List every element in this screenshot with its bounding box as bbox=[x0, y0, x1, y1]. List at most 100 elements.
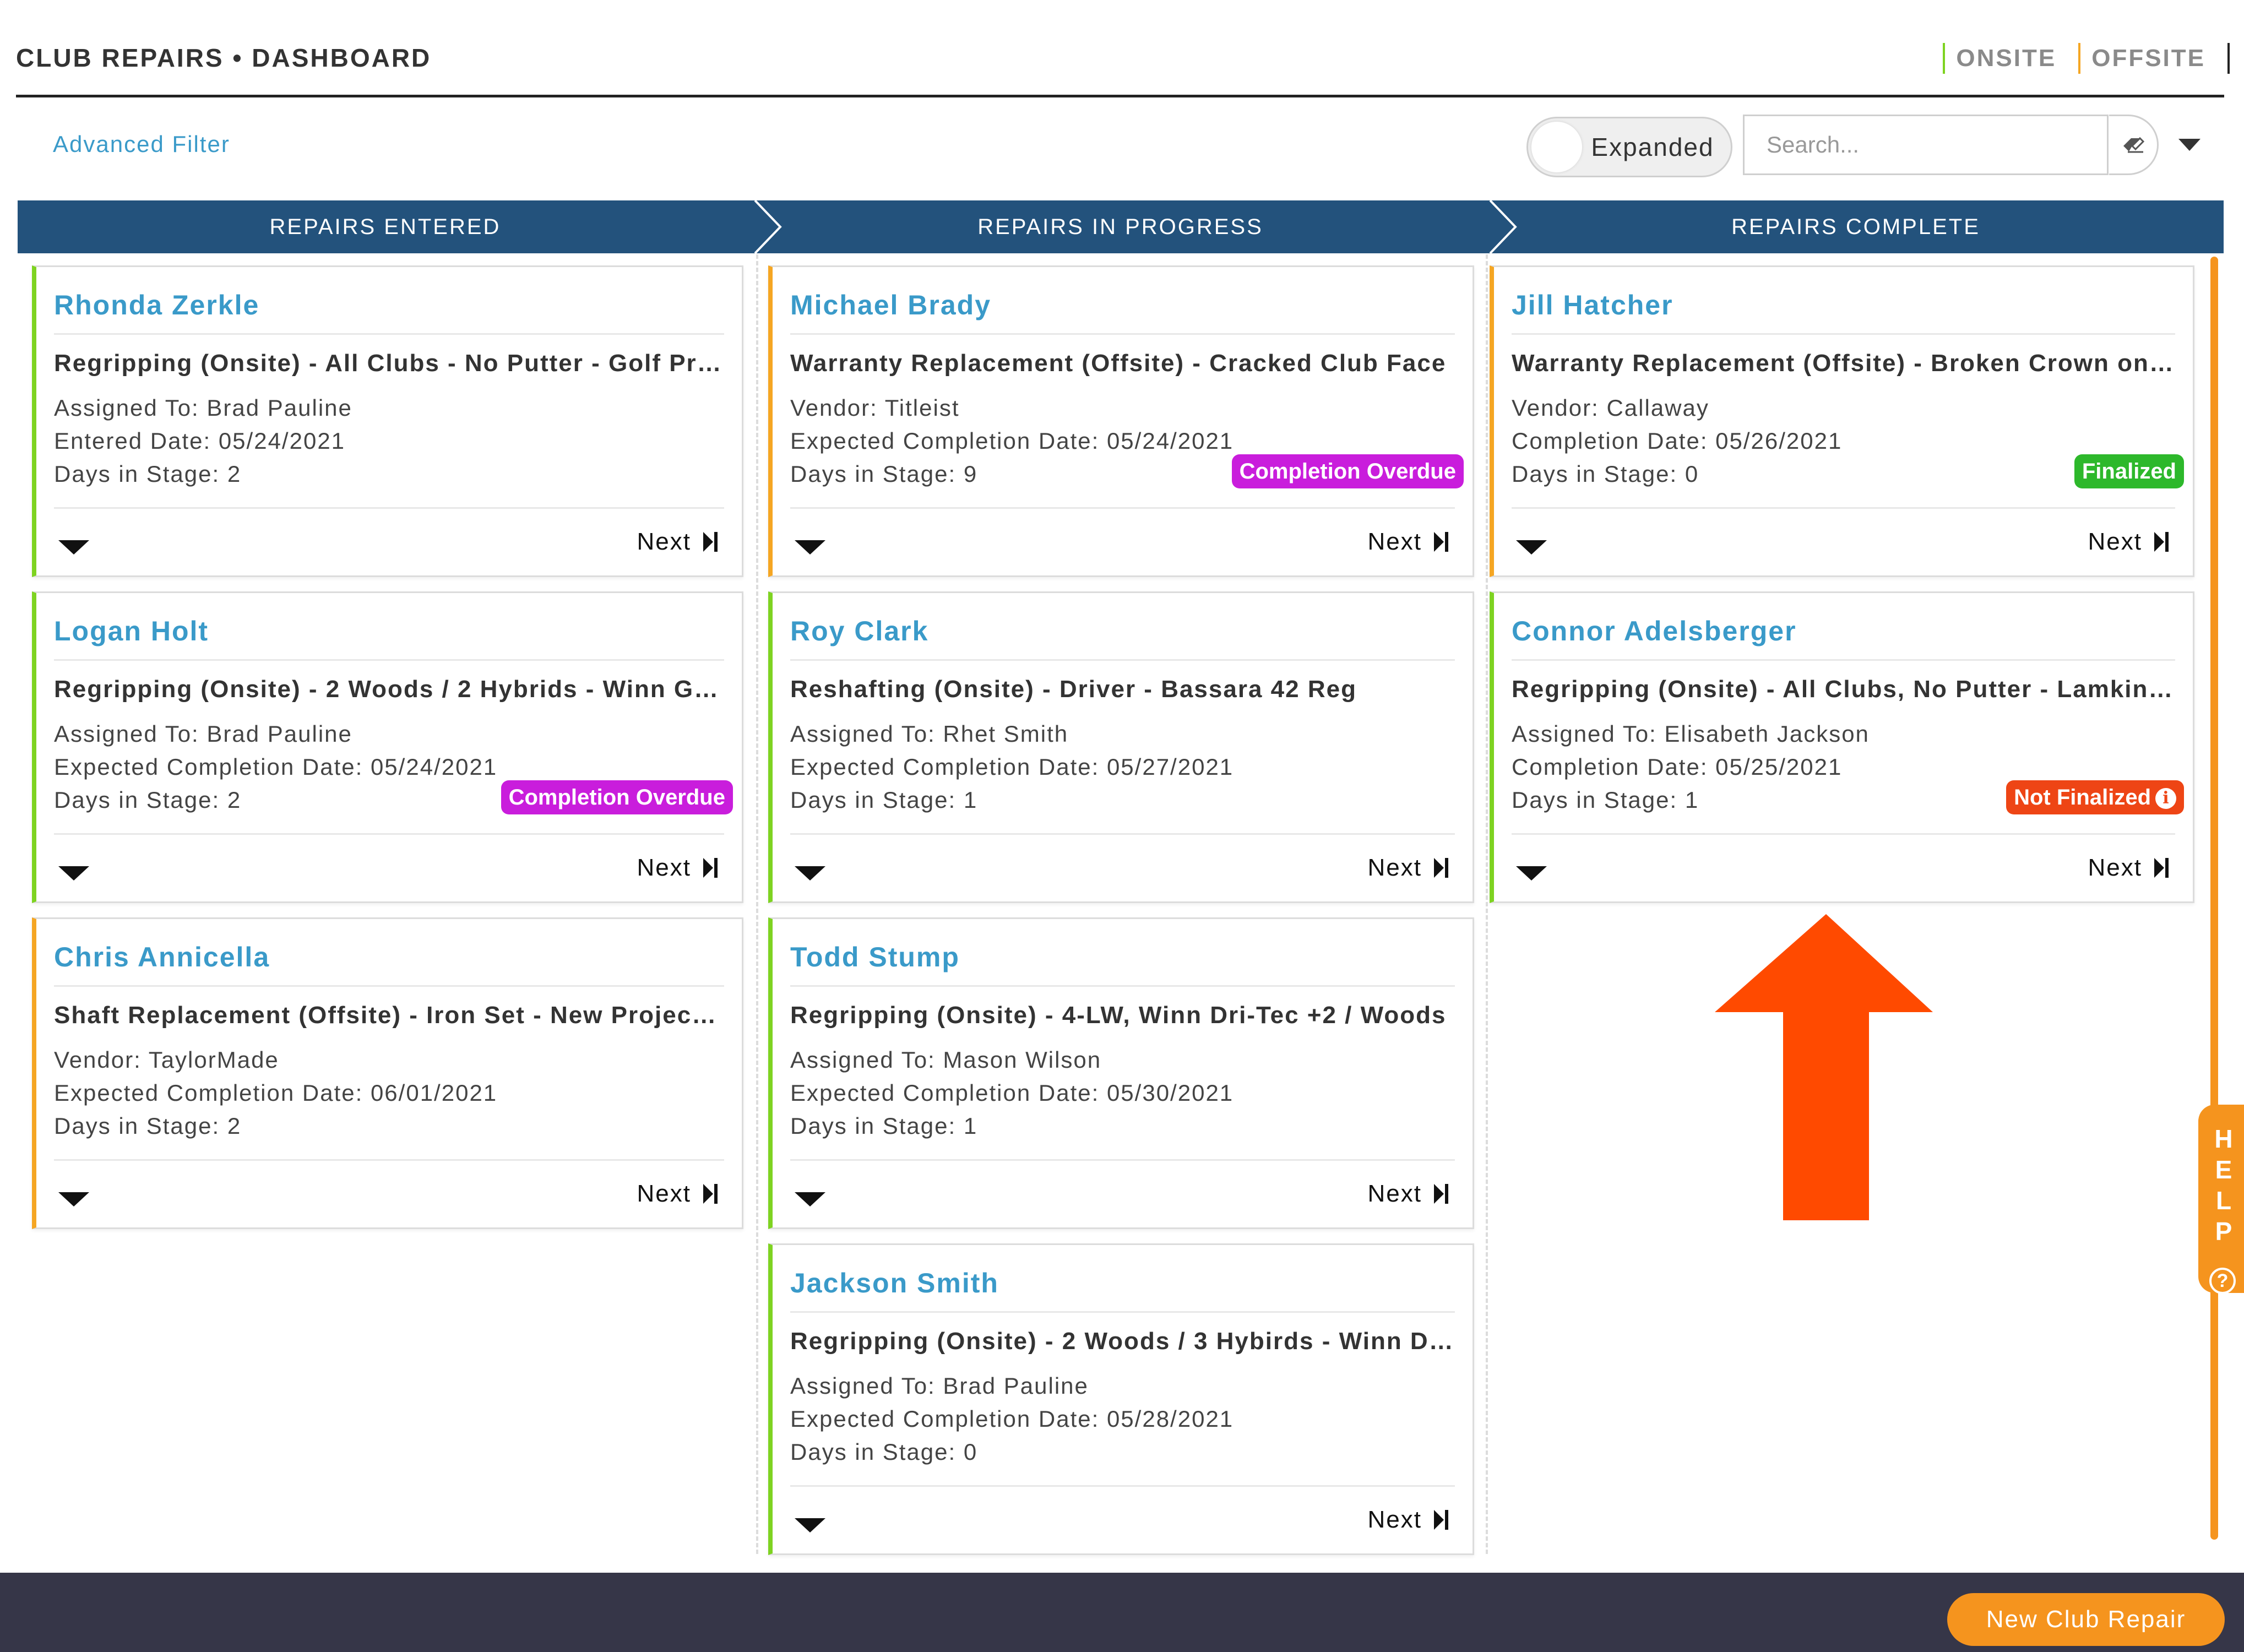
status-badge: Finalized bbox=[2074, 454, 2184, 488]
skip-next-icon bbox=[1434, 532, 1448, 552]
tab-onsite[interactable]: ONSITE bbox=[1943, 43, 2067, 74]
next-stage-button[interactable]: Next bbox=[2088, 524, 2170, 560]
search-input[interactable] bbox=[1743, 115, 2109, 175]
repair-card[interactable]: Rhonda Zerkle Regripping (Onsite) - All C… bbox=[32, 265, 743, 577]
repair-detail: Assigned To: Brad Pauline bbox=[54, 395, 352, 421]
repair-date: Completion Date: 05/25/2021 bbox=[1512, 754, 1843, 780]
next-stage-button[interactable]: Next bbox=[637, 850, 719, 886]
customer-name-link[interactable]: Michael Brady bbox=[790, 289, 991, 321]
next-stage-button[interactable]: Next bbox=[2088, 850, 2170, 886]
status-badge-label: Completion Overdue bbox=[508, 785, 725, 809]
repair-card[interactable]: Jill Hatcher Warranty Replacement (Offsit… bbox=[1490, 265, 2194, 577]
repair-card[interactable]: Jackson Smith Regripping (Onsite) - 2 Woo… bbox=[768, 1243, 1474, 1555]
repair-card[interactable]: Todd Stump Regripping (Onsite) - 4-LW, Wi… bbox=[768, 917, 1474, 1229]
next-icon-wrap bbox=[1433, 531, 1449, 553]
days-in-stage: Days in Stage: 0 bbox=[790, 1439, 978, 1465]
customer-name-link[interactable]: Logan Holt bbox=[54, 615, 209, 647]
repair-detail: Vendor: TaylorMade bbox=[54, 1047, 279, 1073]
tab-offsite[interactable]: OFFSITE bbox=[2078, 43, 2216, 74]
next-icon-wrap bbox=[702, 857, 719, 879]
repair-detail: Vendor: Titleist bbox=[790, 395, 960, 421]
card-divider bbox=[54, 1159, 724, 1161]
advanced-filter-link[interactable]: Advanced Filter bbox=[53, 131, 230, 157]
repair-date: Expected Completion Date: 05/27/2021 bbox=[790, 754, 1234, 780]
next-icon-wrap bbox=[702, 1183, 719, 1205]
next-icon-wrap bbox=[1433, 1183, 1449, 1205]
info-icon[interactable]: i bbox=[2155, 788, 2176, 809]
repair-detail: Assigned To: Elisabeth Jackson bbox=[1512, 721, 1870, 747]
repair-card[interactable]: Logan Holt Regripping (Onsite) - 2 Woods … bbox=[32, 591, 743, 903]
card-divider bbox=[1512, 659, 2175, 661]
customer-name-link[interactable]: Chris Annicella bbox=[54, 941, 270, 973]
stage-repairs-complete: REPAIRS COMPLETE bbox=[1731, 215, 1980, 239]
repair-detail: Assigned To: Brad Pauline bbox=[54, 721, 352, 747]
repair-date: Expected Completion Date: 05/24/2021 bbox=[54, 754, 498, 780]
repair-card[interactable]: Chris Annicella Shaft Replacement (Offsit… bbox=[32, 917, 743, 1229]
repair-detail: Assigned To: Rhet Smith bbox=[790, 721, 1069, 747]
next-icon-wrap bbox=[1433, 857, 1449, 879]
expand-caret-icon[interactable] bbox=[795, 540, 825, 555]
next-stage-button[interactable]: Next bbox=[1368, 1176, 1449, 1212]
repair-title: Shaft Replacement (Offsite) - Iron Set -… bbox=[54, 1002, 724, 1029]
next-label: Next bbox=[637, 528, 691, 555]
next-stage-button[interactable]: Next bbox=[637, 524, 719, 560]
clear-search-button[interactable] bbox=[2109, 115, 2159, 175]
card-divider bbox=[790, 1485, 1455, 1487]
customer-name-link[interactable]: Jill Hatcher bbox=[1512, 289, 1674, 321]
expand-caret-icon[interactable] bbox=[795, 1518, 825, 1533]
scrollbar-thumb[interactable] bbox=[2210, 257, 2218, 1540]
days-in-stage: Days in Stage: 2 bbox=[54, 787, 242, 813]
expand-caret-icon[interactable] bbox=[58, 866, 89, 881]
customer-name-link[interactable]: Jackson Smith bbox=[790, 1267, 999, 1299]
expand-caret-icon[interactable] bbox=[58, 540, 89, 555]
card-divider bbox=[790, 1159, 1455, 1161]
card-divider bbox=[54, 833, 724, 835]
card-divider bbox=[54, 507, 724, 509]
next-label: Next bbox=[2088, 854, 2142, 881]
days-in-stage: Days in Stage: 0 bbox=[1512, 461, 1699, 487]
repair-card[interactable]: Roy Clark Reshafting (Onsite) - Driver - … bbox=[768, 591, 1474, 903]
days-in-stage: Days in Stage: 1 bbox=[790, 787, 978, 813]
repair-date: Expected Completion Date: 06/01/2021 bbox=[54, 1080, 498, 1106]
repair-title: Regripping (Onsite) - All Clubs, No Putt… bbox=[1512, 676, 2175, 703]
expand-caret-icon[interactable] bbox=[58, 1192, 89, 1207]
next-stage-button[interactable]: Next bbox=[1368, 1502, 1449, 1538]
expand-caret-icon[interactable] bbox=[795, 1192, 825, 1207]
customer-name-link[interactable]: Todd Stump bbox=[790, 941, 960, 973]
stage-banner: REPAIRS ENTERED REPAIRS IN PROGRESS REPA… bbox=[18, 200, 2224, 253]
expand-caret-icon[interactable] bbox=[795, 866, 825, 881]
customer-name-link[interactable]: Roy Clark bbox=[790, 615, 928, 647]
expand-caret-icon[interactable] bbox=[1516, 540, 1547, 555]
customer-name-link[interactable]: Rhonda Zerkle bbox=[54, 289, 259, 321]
next-stage-button[interactable]: Next bbox=[1368, 850, 1449, 886]
skip-next-icon bbox=[703, 532, 718, 552]
next-stage-button[interactable]: Next bbox=[637, 1176, 719, 1212]
repair-card[interactable]: Connor Adelsberger Regripping (Onsite) - … bbox=[1490, 591, 2194, 903]
status-badge: Completion Overdue bbox=[501, 780, 733, 814]
next-stage-button[interactable]: Next bbox=[1368, 524, 1449, 560]
caret-down-icon[interactable] bbox=[2178, 139, 2200, 151]
repair-title: Regripping (Onsite) - 2 Woods / 2 Hybrid… bbox=[54, 676, 724, 703]
repair-date: Entered Date: 05/24/2021 bbox=[54, 428, 346, 454]
repair-card[interactable]: Michael Brady Warranty Replacement (Offsi… bbox=[768, 265, 1474, 577]
repair-title: Regripping (Onsite) - 4-LW, Winn Dri-Tec… bbox=[790, 1002, 1447, 1029]
expand-caret-icon[interactable] bbox=[1516, 866, 1547, 881]
repair-date: Completion Date: 05/26/2021 bbox=[1512, 428, 1843, 454]
card-divider bbox=[790, 1311, 1455, 1313]
arrow-up-icon bbox=[1715, 914, 1933, 1220]
new-club-repair-button[interactable]: New Club Repair bbox=[1947, 1593, 2225, 1646]
days-in-stage: Days in Stage: 2 bbox=[54, 461, 242, 487]
help-tab[interactable]: HELP ? bbox=[2198, 1105, 2244, 1294]
repair-date: Expected Completion Date: 05/30/2021 bbox=[790, 1080, 1234, 1106]
next-label: Next bbox=[637, 854, 691, 881]
repair-date: Expected Completion Date: 05/28/2021 bbox=[790, 1406, 1234, 1432]
card-divider bbox=[54, 659, 724, 661]
question-icon: ? bbox=[2209, 1268, 2236, 1294]
next-label: Next bbox=[1367, 528, 1422, 555]
card-divider bbox=[790, 985, 1455, 987]
repair-title: Warranty Replacement (Offsite) - Broken … bbox=[1512, 350, 2175, 377]
customer-name-link[interactable]: Connor Adelsberger bbox=[1512, 615, 1797, 647]
next-icon-wrap bbox=[2153, 857, 2170, 879]
card-divider bbox=[790, 333, 1455, 335]
view-toggle[interactable]: Expanded bbox=[1526, 117, 1732, 177]
